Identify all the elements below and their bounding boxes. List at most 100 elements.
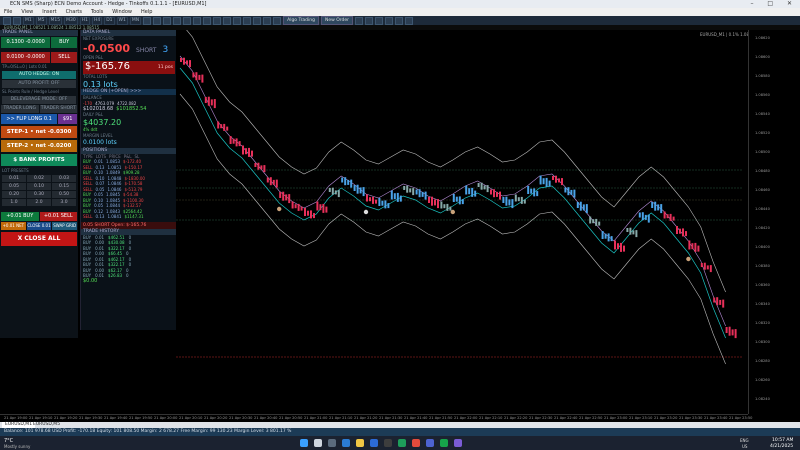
close-all-button[interactable]: X CLOSE ALL [1, 232, 77, 246]
template-icon[interactable] [233, 16, 242, 25]
flip-long-button[interactable]: >> FLIP LONG 0.1 [1, 114, 58, 124]
candle [437, 199, 439, 209]
tile-icon[interactable] [213, 16, 222, 25]
lang-indicator[interactable]: ENG [740, 438, 749, 443]
table-row[interactable]: SELL 0.13 1.0841 $1147.31 [81, 214, 177, 220]
fib-tool-icon[interactable] [173, 16, 182, 25]
profiles-icon[interactable] [13, 16, 21, 25]
preset-button[interactable]: 0.30 [27, 191, 51, 198]
preset-button[interactable]: 0.01 [2, 175, 26, 182]
tf-mn[interactable]: MN [129, 16, 142, 25]
candle [192, 72, 195, 78]
menu-tools[interactable]: Tools [91, 8, 103, 16]
whatsapp-icon[interactable] [440, 439, 448, 447]
candle [465, 185, 468, 195]
menu-view[interactable]: View [21, 8, 33, 16]
chart-canvas[interactable] [176, 21, 742, 414]
line-tool-icon[interactable] [153, 16, 162, 25]
candle [455, 196, 458, 202]
preset-button[interactable]: 0.10 [27, 183, 51, 190]
preset-button[interactable]: 0.15 [52, 183, 76, 190]
crosshair-icon[interactable] [143, 16, 152, 25]
indicator-icon[interactable] [223, 16, 232, 25]
terminal-icon[interactable] [384, 439, 392, 447]
preset-button[interactable]: 0.05 [2, 183, 26, 190]
menu-insert[interactable]: Insert [42, 8, 56, 16]
zoom-in-icon[interactable] [193, 16, 202, 25]
channel-tool-icon[interactable] [163, 16, 172, 25]
tf-d1[interactable]: D1 [104, 16, 115, 25]
tf-m30[interactable]: M30 [64, 16, 78, 25]
candle [570, 189, 573, 195]
text-tool-icon[interactable] [183, 16, 192, 25]
sell-price-box[interactable]: 0.0100 -0.0000 [1, 52, 51, 63]
tf-m1[interactable]: M1 [23, 16, 34, 25]
period-icon[interactable] [243, 16, 252, 25]
metatrader-icon[interactable] [398, 439, 406, 447]
bar-chart-icon[interactable] [253, 16, 262, 25]
menu-file[interactable]: File [4, 8, 12, 16]
line-chart-icon[interactable] [273, 16, 282, 25]
file-explorer-icon[interactable] [356, 439, 364, 447]
menu-window[interactable]: Window [112, 8, 132, 16]
position-count-label: 11 pos [157, 65, 173, 70]
preset-button[interactable]: 2.0 [27, 199, 51, 206]
step1-button[interactable]: STEP-1 • net -0.0300 [1, 126, 77, 138]
new-chart-icon[interactable] [3, 16, 11, 25]
algo-trading-button[interactable]: Algo Trading [283, 16, 319, 25]
outlook-icon[interactable] [370, 439, 378, 447]
trader-short-button[interactable]: TRADER SHORT [39, 105, 77, 113]
buy-button[interactable]: BUY [51, 37, 77, 48]
buy-price-box[interactable]: 0.1300 -0.0000 [1, 37, 51, 48]
preset-button[interactable]: 1.0 [2, 199, 26, 206]
tf-w1[interactable]: W1 [116, 16, 128, 25]
autoscroll-icon[interactable] [365, 16, 374, 25]
price-chart[interactable] [176, 21, 742, 414]
depth-icon[interactable] [355, 16, 364, 25]
window-controls[interactable]: – □ ✕ [750, 0, 798, 8]
preset-button[interactable]: 0.20 [2, 191, 26, 198]
candle [248, 147, 250, 157]
preset-button[interactable]: 0.03 [52, 175, 76, 182]
deleverage-button[interactable]: DELEVERAGE MODE: OFF [2, 96, 76, 104]
close-partial-button[interactable]: CLOSE 0.01 [26, 222, 52, 230]
trader-long-button[interactable]: TRADER LONG [1, 105, 39, 113]
menu-help[interactable]: Help [141, 8, 152, 16]
step2-button[interactable]: STEP-2 • net -0.0200 [1, 140, 77, 152]
auto-hedge-button[interactable]: AUTO HEDGE: ON [2, 71, 76, 79]
candle [496, 191, 498, 197]
discord-icon[interactable] [426, 439, 434, 447]
preset-button[interactable]: 3.0 [52, 199, 76, 206]
tf-m15[interactable]: M15 [48, 16, 63, 25]
new-order-button[interactable]: New Order [321, 16, 354, 25]
chart-shift-icon[interactable] [375, 16, 384, 25]
price-axis[interactable]: 1.08620 1.08600 1.08580 1.08560 1.08540 1.085… [748, 30, 800, 414]
quick-sell-button[interactable]: +0.01 SELL [39, 212, 77, 221]
tf-m5[interactable]: M5 [35, 16, 47, 25]
preset-button[interactable]: 0.02 [27, 175, 51, 182]
net-button[interactable]: +0.01 NET [1, 222, 26, 230]
windows-start-icon[interactable] [300, 439, 308, 447]
clock-time[interactable]: 10:57 AM [772, 438, 793, 443]
app-icon[interactable] [454, 439, 462, 447]
candle-chart-icon[interactable] [263, 16, 272, 25]
quick-buy-button[interactable]: +0.01 BUY [1, 212, 39, 221]
swap-grid-button[interactable]: SWAP GRID [52, 222, 78, 230]
menu-charts[interactable]: Charts [66, 8, 82, 16]
screenshot-icon[interactable] [405, 16, 414, 25]
tf-h4[interactable]: H4 [91, 16, 103, 25]
tf-h1[interactable]: H1 [79, 16, 90, 25]
search-icon[interactable] [314, 439, 322, 447]
task-view-icon[interactable] [328, 439, 336, 447]
zoom-out-icon[interactable] [203, 16, 212, 25]
preset-button[interactable]: 0.50 [52, 191, 76, 198]
candle [341, 177, 344, 183]
auto-profit-button[interactable]: AUTO PROFIT: OFF [2, 80, 76, 88]
pnl-button[interactable]: $91 [58, 114, 77, 124]
chrome-icon[interactable] [412, 439, 420, 447]
bank-profits-button[interactable]: $ BANK PROFITS [1, 154, 77, 166]
sell-button[interactable]: SELL [51, 52, 77, 63]
volume-icon[interactable] [395, 16, 404, 25]
edge-icon[interactable] [342, 439, 350, 447]
grid-icon[interactable] [385, 16, 394, 25]
